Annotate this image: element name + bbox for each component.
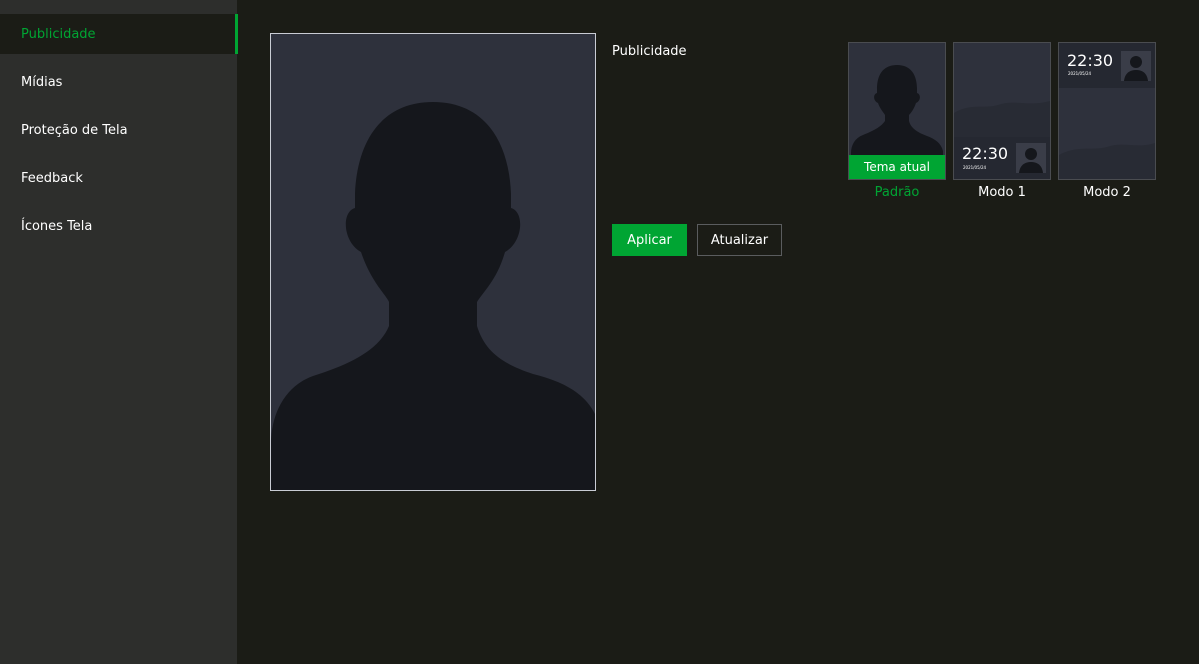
sidebar-item-protecao-de-tela[interactable]: Proteção de Tela <box>0 110 237 150</box>
sidebar-item-publicidade[interactable]: Publicidade <box>0 14 238 54</box>
theme-modo-1[interactable]: 22:30 2021/05/24 Modo 1 <box>953 42 1051 200</box>
person-thumbnail-icon <box>1016 143 1046 173</box>
theme-thumbnail: 22:30 2021/05/24 <box>1058 42 1156 180</box>
current-theme-badge: Tema atual <box>849 155 945 179</box>
theme-padrao[interactable]: Tema atual Padrão <box>848 42 946 200</box>
sidebar-item-label: Proteção de Tela <box>21 122 128 138</box>
sidebar: Publicidade Mídias Proteção de Tela Feed… <box>0 0 238 664</box>
theme-modo-2[interactable]: 22:30 2021/05/24 Modo 2 <box>1058 42 1156 200</box>
section-title: Publicidade <box>612 44 687 59</box>
sidebar-item-label: Feedback <box>21 170 83 186</box>
refresh-button[interactable]: Atualizar <box>697 224 782 256</box>
apply-button[interactable]: Aplicar <box>612 224 687 256</box>
theme-thumbnail: Tema atual <box>848 42 946 180</box>
theme-name: Modo 2 <box>1083 185 1131 200</box>
date-text: 2021/05/24 <box>963 165 987 170</box>
sidebar-item-label: Ícones Tela <box>21 218 93 234</box>
sidebar-item-feedback[interactable]: Feedback <box>0 158 237 198</box>
app-window: Publicidade Mídias Proteção de Tela Feed… <box>0 0 1199 664</box>
theme-thumbnail: 22:30 2021/05/24 <box>953 42 1051 180</box>
sidebar-item-midias[interactable]: Mídias <box>0 62 237 102</box>
person-silhouette-icon <box>271 34 595 490</box>
clock-text: 22:30 <box>962 144 1009 163</box>
clock-text: 22:30 <box>1067 51 1114 70</box>
theme-name: Padrão <box>874 185 920 200</box>
advertising-preview <box>270 33 596 491</box>
theme-name: Modo 1 <box>978 185 1026 200</box>
sidebar-item-label: Publicidade <box>21 26 96 42</box>
date-text: 2021/05/24 <box>1068 71 1092 76</box>
sidebar-item-icones-tela[interactable]: Ícones Tela <box>0 206 237 246</box>
sidebar-item-label: Mídias <box>21 74 63 90</box>
person-thumbnail-icon <box>1121 51 1151 81</box>
